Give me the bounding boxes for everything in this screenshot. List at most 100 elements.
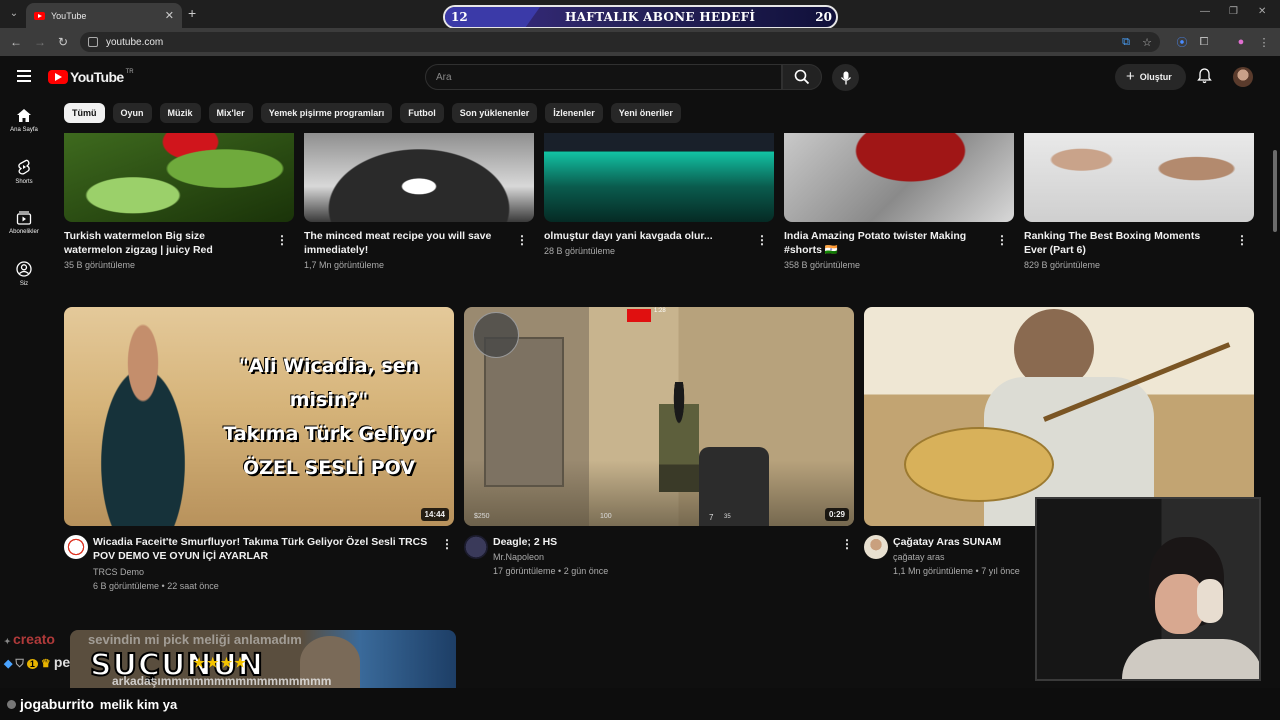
browser-menu-icon[interactable]: ⋮ — [1258, 36, 1270, 49]
channel-avatar[interactable] — [464, 535, 488, 559]
search-button[interactable] — [782, 64, 822, 90]
extension-audio-icon[interactable]: ⦿ — [1176, 36, 1188, 49]
guide-item-subscriptions[interactable]: Abonelikler — [0, 200, 48, 251]
maximize-icon[interactable]: ❐ — [1229, 6, 1238, 17]
scrollbar-thumb[interactable] — [1273, 150, 1277, 232]
thumb-line-1: "Ali Wicadia, sen misin?" — [238, 355, 420, 411]
guide-item-shorts[interactable]: Shorts — [0, 149, 48, 200]
extensions-puzzle-icon[interactable]: ⧠ — [1198, 36, 1210, 48]
translate-icon[interactable]: ⧉ — [1120, 36, 1132, 48]
goal-title: HAFTALIK ABONE HEDEFİ — [565, 10, 756, 24]
more-actions-icon[interactable]: ⋮ — [996, 233, 1008, 247]
video-thumbnail[interactable]: "Ali Wicadia, sen misin?" Takıma Türk Ge… — [64, 307, 454, 526]
you-icon — [16, 261, 32, 277]
channel-avatar[interactable] — [864, 535, 888, 559]
url-text: youtube.com — [106, 36, 164, 48]
back-icon[interactable]: ← — [10, 35, 22, 49]
video-card[interactable]: Çağatay Aras SUNAM çağatay aras 1,1 Mn g… — [864, 307, 1254, 576]
channel-avatar[interactable] — [64, 535, 88, 559]
account-avatar[interactable] — [1233, 67, 1253, 87]
chip-all[interactable]: Tümü — [64, 103, 105, 123]
video-title[interactable]: olmuştur dayı yani kavgada olur... — [544, 229, 744, 243]
guide-item-you[interactable]: Siz — [0, 251, 48, 302]
video-card[interactable]: India Amazing Potato twister Making #sho… — [784, 133, 1014, 270]
video-card[interactable]: The minced meat recipe you will save imm… — [304, 133, 534, 270]
radar-minimap — [473, 312, 519, 358]
logo-wordmark: YouTube — [70, 69, 124, 85]
video-card[interactable]: "Ali Wicadia, sen misin?" Takıma Türk Ge… — [64, 307, 454, 591]
channel-name[interactable]: çağatay aras — [893, 552, 945, 562]
video-thumbnail[interactable] — [64, 133, 294, 222]
guide-label-shorts: Shorts — [15, 179, 33, 185]
new-tab-icon[interactable]: + — [188, 5, 196, 21]
bookmark-star-icon[interactable]: ☆ — [1141, 36, 1153, 49]
chip-mixes[interactable]: Mix'ler — [208, 103, 253, 123]
subscriber-goal-overlay: 12 HAFTALIK ABONE HEDEFİ 20 — [443, 5, 838, 29]
tab-close-icon[interactable]: ✕ — [165, 9, 174, 22]
youtube-logo[interactable]: YouTube TR — [48, 69, 134, 85]
youtube-play-icon — [48, 70, 68, 84]
video-title[interactable]: Turkish watermelon Big size watermelon z… — [64, 229, 264, 257]
mini-guide: Ana Sayfa Shorts Abonelikler Siz — [0, 98, 48, 302]
video-views: 28 B görüntüleme — [544, 246, 616, 256]
video-title[interactable]: Deagle; 2 HS — [493, 535, 843, 549]
video-title[interactable]: The minced meat recipe you will save imm… — [304, 229, 504, 257]
browser-tab-youtube[interactable]: YouTube ✕ — [26, 3, 182, 28]
create-button[interactable]: + Oluştur — [1115, 64, 1186, 90]
more-actions-icon[interactable]: ⋮ — [841, 537, 853, 551]
video-title[interactable]: India Amazing Potato twister Making #sho… — [784, 229, 984, 257]
chip-music[interactable]: Müzik — [159, 103, 201, 123]
minimize-icon[interactable]: — — [1200, 6, 1210, 17]
video-card[interactable]: olmuştur dayı yani kavgada olur... 28 B … — [544, 133, 774, 256]
chip-football[interactable]: Futbol — [400, 103, 444, 123]
channel-name[interactable]: Mr.Napoleon — [493, 552, 544, 562]
video-views: 1,7 Mn görüntüleme — [304, 260, 385, 270]
more-actions-icon[interactable]: ⋮ — [276, 233, 288, 247]
video-card[interactable]: Turkish watermelon Big size watermelon z… — [64, 133, 294, 270]
forward-icon[interactable]: → — [34, 35, 46, 49]
profile-icon[interactable]: ● — [1235, 36, 1247, 48]
video-thumbnail[interactable] — [784, 133, 1014, 222]
voice-search-button[interactable] — [832, 64, 859, 91]
video-meta: 1,1 Mn görüntüleme • 7 yıl önce — [893, 566, 1020, 576]
shield-badge-icon: ⛉ — [15, 658, 24, 670]
overlay-chat-message: sevindin mi pick meliği anlamadım — [88, 632, 302, 647]
more-actions-icon[interactable]: ⋮ — [756, 233, 768, 247]
tab-search-chevron-icon[interactable]: ⌄ — [6, 5, 22, 21]
reload-icon[interactable]: ↻ — [58, 35, 68, 49]
page-scrollbar[interactable] — [1270, 56, 1280, 688]
address-bar[interactable]: youtube.com — [80, 32, 1160, 52]
video-title[interactable]: Wicadia Faceit'te Smurfluyor! Takıma Tür… — [93, 535, 443, 563]
more-actions-icon[interactable]: ⋮ — [1236, 233, 1248, 247]
guide-item-home[interactable]: Ana Sayfa — [0, 98, 48, 149]
search-input[interactable]: Ara — [425, 64, 782, 90]
hamburger-menu-icon[interactable] — [17, 70, 31, 82]
chip-recently-uploaded[interactable]: Son yüklenenler — [451, 103, 538, 123]
tab-title: YouTube — [51, 10, 87, 21]
overlay-chat-badge-icon: ✦ — [4, 637, 13, 646]
channel-name[interactable]: TRCS Demo — [93, 567, 144, 577]
chat-message: melik kim ya — [99, 696, 178, 712]
hud-team-indicator — [627, 309, 651, 322]
chip-watched[interactable]: İzlenenler — [545, 103, 603, 123]
video-thumbnail[interactable] — [544, 133, 774, 222]
video-card[interactable]: Ranking The Best Boxing Moments Ever (Pa… — [1024, 133, 1254, 270]
video-title[interactable]: Ranking The Best Boxing Moments Ever (Pa… — [1024, 229, 1224, 257]
video-thumbnail[interactable] — [1024, 133, 1254, 222]
site-info-icon[interactable] — [88, 37, 98, 47]
hud-money: $250 — [474, 513, 490, 520]
video-thumbnail[interactable] — [864, 307, 1254, 526]
video-thumbnail[interactable]: 1:28 $250 100 7 35 0:29 — [464, 307, 854, 526]
filter-chips: Tümü Oyun Müzik Mix'ler Yemek pişirme pr… — [64, 103, 681, 123]
enemy-player — [659, 382, 699, 492]
more-actions-icon[interactable]: ⋮ — [516, 233, 528, 247]
chip-new-to-you[interactable]: Yeni öneriler — [610, 103, 681, 123]
more-actions-icon[interactable]: ⋮ — [441, 537, 453, 551]
notifications-bell-icon[interactable] — [1197, 68, 1212, 84]
chip-cooking[interactable]: Yemek pişirme programları — [260, 103, 393, 123]
video-card[interactable]: 1:28 $250 100 7 35 0:29 Deagle; 2 HS Mr.… — [464, 307, 854, 576]
chip-gaming[interactable]: Oyun — [112, 103, 152, 123]
window-close-icon[interactable]: ✕ — [1258, 6, 1266, 17]
saz-instrument — [904, 427, 1054, 502]
video-thumbnail[interactable] — [304, 133, 534, 222]
